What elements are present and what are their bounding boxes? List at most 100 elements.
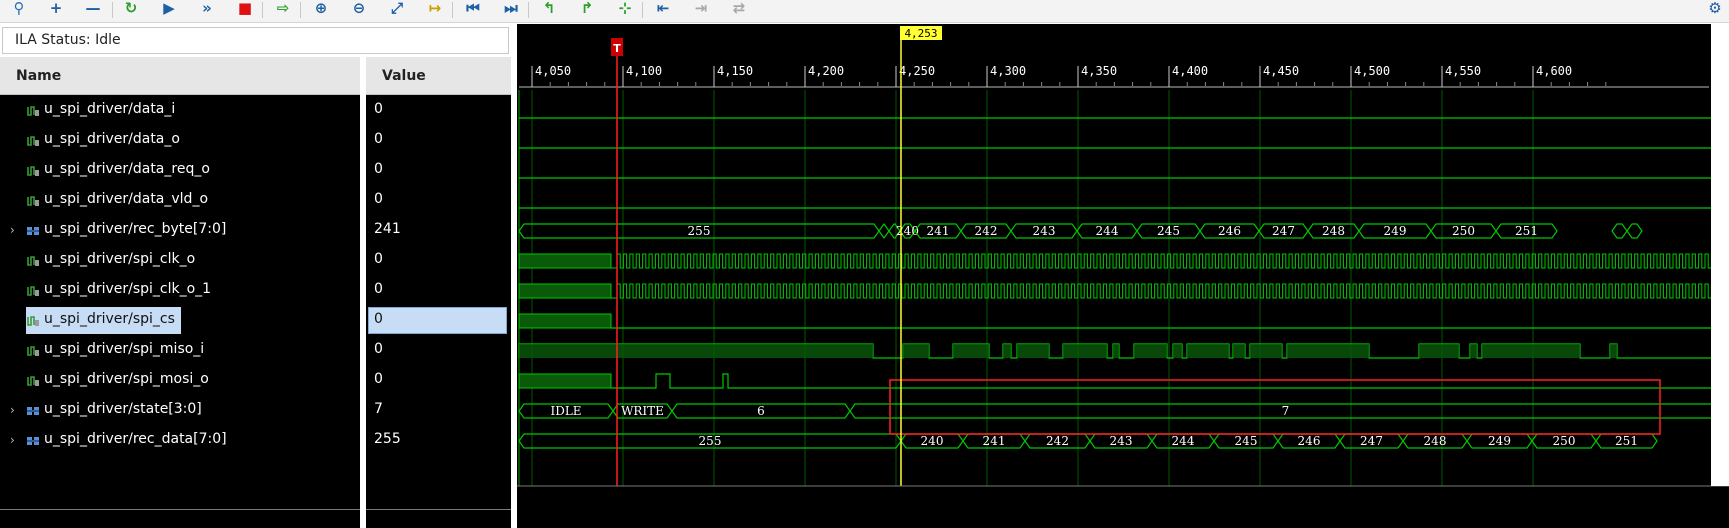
value-row[interactable]: 0	[366, 276, 511, 306]
ruler-tick-label: 4,100	[626, 64, 662, 78]
swap-markers-icon[interactable]: ⇄	[728, 0, 750, 20]
signal-value: 0	[374, 311, 383, 327]
value-row[interactable]: 255	[366, 426, 511, 456]
spi-mosi-idle-block	[518, 373, 612, 389]
ruler-tick-label: 4,450	[1263, 64, 1299, 78]
signal-row[interactable]: u_spi_driver/spi_cs	[0, 306, 360, 336]
signal-row[interactable]: u_spi_driver/spi_clk_o_1	[0, 276, 360, 306]
ruler-tick-label: 4,050	[535, 64, 571, 78]
refresh-icon[interactable]: ↻	[120, 0, 142, 20]
signal-row[interactable]: › u_spi_driver/rec_data[7:0]	[0, 426, 360, 456]
value-row[interactable]: 0	[366, 306, 511, 336]
value-row[interactable]: 0	[366, 126, 511, 156]
run-icon[interactable]: ▶	[158, 0, 180, 20]
zoom-fit-icon[interactable]: ⤢	[386, 0, 408, 20]
add-marker-icon[interactable]: ⊹	[614, 0, 636, 20]
state-bus-value: IDLE	[550, 404, 581, 418]
rec-byte-bus-value: 248	[1322, 224, 1345, 238]
signal-value: 255	[374, 431, 401, 447]
spi-clk-o-1-idle-block	[518, 283, 612, 299]
add-icon[interactable]: +	[45, 0, 67, 20]
signal-name: u_spi_driver/data_i	[44, 101, 176, 117]
go-to-cursor-icon[interactable]: ↦	[424, 0, 446, 20]
value-row[interactable]: 0	[366, 156, 511, 186]
signal-row[interactable]: u_spi_driver/spi_mosi_o	[0, 366, 360, 396]
names-scroll-strip[interactable]	[0, 509, 360, 528]
signal-row[interactable]: › u_spi_driver/state[3:0]	[0, 396, 360, 426]
signal-name: u_spi_driver/spi_miso_i	[44, 341, 205, 357]
expand-chevron-icon[interactable]: ›	[10, 433, 15, 447]
value-row[interactable]: 241	[366, 216, 511, 246]
signal-name: u_spi_driver/rec_byte[7:0]	[44, 221, 227, 237]
waveform-viewer[interactable]: 4,050 4,100 4,150 4,200 4,250 4,300 4,350 4,400…	[517, 24, 1729, 528]
rec-byte-bus-value: 244	[1096, 224, 1119, 238]
signal-row[interactable]: u_spi_driver/data_req_o	[0, 156, 360, 186]
signal-row[interactable]: u_spi_driver/data_i	[0, 96, 360, 126]
rec-byte-bus-value: 255	[688, 224, 711, 238]
export-icon[interactable]: ⇨	[272, 0, 294, 20]
next-transition-icon[interactable]: ↱	[576, 0, 598, 20]
expand-chevron-icon[interactable]: ›	[10, 223, 15, 237]
rec-byte-bus-value: 245	[1157, 224, 1180, 238]
signal-row[interactable]: u_spi_driver/data_o	[0, 126, 360, 156]
go-to-start-icon[interactable]: ⏮	[462, 0, 484, 20]
value-row[interactable]: 0	[366, 336, 511, 366]
vertical-scrollbar	[1711, 24, 1729, 486]
signal-name: u_spi_driver/state[3:0]	[44, 401, 202, 417]
value-row[interactable]: 0	[366, 96, 511, 126]
spi-miso-high-fill	[1017, 344, 1049, 358]
spi-miso-high-fill	[519, 344, 873, 358]
wire-signal-icon	[27, 196, 39, 206]
time-ruler	[517, 24, 1729, 90]
wire-signal-icon	[27, 346, 39, 356]
signal-value: 7	[374, 401, 383, 417]
rec-data-bus-value: 251	[1615, 434, 1638, 448]
signal-name: u_spi_driver/spi_clk_o_1	[44, 281, 212, 297]
spi-miso-high-fill	[1610, 344, 1617, 358]
ruler-tick-label: 4,150	[717, 64, 753, 78]
zoom-in-icon[interactable]: ⊕	[310, 0, 332, 20]
spi-clk-o-idle-block	[518, 253, 612, 269]
run-all-icon[interactable]: »	[196, 0, 218, 20]
rec-data-bus-value: 248	[1424, 434, 1447, 448]
ruler-tick-label: 4,200	[808, 64, 844, 78]
rec-data-bus-value: 255	[699, 434, 722, 448]
name-column-label: Name	[16, 68, 62, 84]
ila-status-label: ILA Status:	[15, 32, 91, 48]
value-row[interactable]: 7	[366, 396, 511, 426]
search-icon[interactable]: ⚲	[8, 0, 30, 20]
signal-row[interactable]: u_spi_driver/spi_clk_o	[0, 246, 360, 276]
rec-byte-bus-value: 243	[1033, 224, 1056, 238]
spi-miso-high-fill	[1470, 344, 1477, 358]
remove-icon[interactable]: —	[82, 0, 104, 20]
spi-miso-high-fill	[1287, 344, 1369, 358]
rec-data-bus-value: 241	[983, 434, 1006, 448]
zoom-out-icon[interactable]: ⊖	[348, 0, 370, 20]
expand-chevron-icon[interactable]: ›	[10, 403, 15, 417]
go-to-end-icon[interactable]: ⏭	[500, 0, 522, 20]
signal-name: u_spi_driver/spi_mosi_o	[44, 371, 209, 387]
value-row[interactable]: 0	[366, 246, 511, 276]
value-row[interactable]: 0	[366, 186, 511, 216]
next-marker-icon[interactable]: ⇥	[690, 0, 712, 20]
name-column-header[interactable]: Name	[0, 57, 360, 95]
state-bus-value: 6	[757, 404, 765, 418]
value-column-label: Value	[382, 68, 426, 84]
value-column-header[interactable]: Value	[366, 57, 511, 95]
previous-transition-icon[interactable]: ↰	[538, 0, 560, 20]
spi-miso-high-fill	[953, 344, 989, 358]
stop-icon[interactable]: ■	[234, 0, 256, 20]
signal-row[interactable]: › u_spi_driver/rec_byte[7:0]	[0, 216, 360, 246]
signal-row[interactable]: u_spi_driver/spi_miso_i	[0, 336, 360, 366]
spi-miso-high-fill	[1250, 344, 1282, 358]
signal-value: 0	[374, 101, 383, 117]
values-scroll-strip[interactable]	[366, 509, 511, 528]
settings-icon[interactable]: ⚙	[1704, 0, 1726, 20]
bus-signal-icon	[27, 407, 39, 415]
previous-marker-icon[interactable]: ⇤	[652, 0, 674, 20]
wire-signal-icon	[27, 106, 39, 116]
rec-data-bus-value: 249	[1488, 434, 1511, 448]
signal-row[interactable]: u_spi_driver/data_vld_o	[0, 186, 360, 216]
value-row[interactable]: 0	[366, 366, 511, 396]
signal-value: 0	[374, 341, 383, 357]
